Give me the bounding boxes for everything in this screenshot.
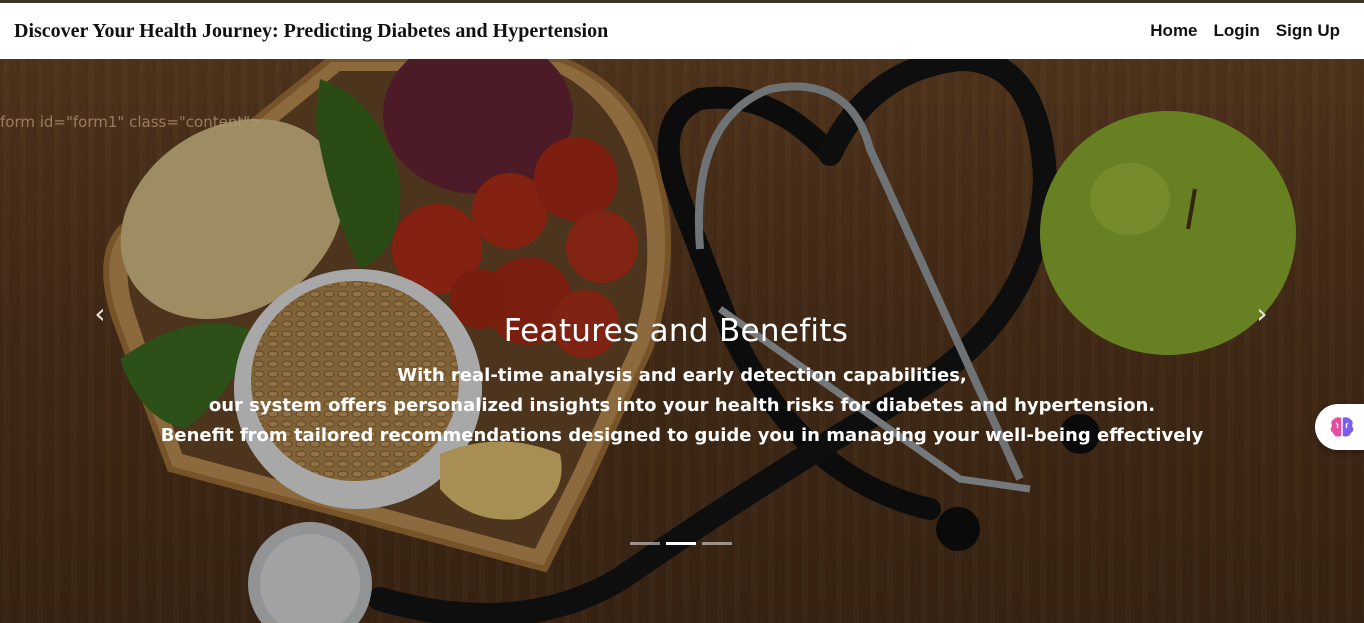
- caption-text: With real-time analysis and early detect…: [0, 361, 1364, 451]
- nav-links: Home Login Sign Up: [1150, 21, 1340, 41]
- brain-icon: [1330, 417, 1354, 437]
- caption-line-1: With real-time analysis and early detect…: [397, 365, 967, 386]
- caption-title: Features and Benefits: [503, 313, 849, 349]
- site-title: Discover Your Health Journey: Predicting…: [14, 19, 609, 42]
- caption-line-2: our system offers personalized insights …: [208, 395, 1156, 416]
- chat-widget-button[interactable]: [1315, 404, 1364, 450]
- carousel-indicator-2[interactable]: [666, 542, 696, 545]
- carousel-indicator-3[interactable]: [702, 542, 732, 545]
- stray-markup-text: form id="form1" class="content">: [0, 113, 263, 131]
- nav-login-link[interactable]: Login: [1214, 21, 1260, 41]
- navbar: Discover Your Health Journey: Predicting…: [0, 3, 1364, 59]
- nav-home-link[interactable]: Home: [1150, 21, 1197, 41]
- carousel-indicators: [630, 542, 732, 545]
- carousel-caption: Features and Benefits With real-time ana…: [0, 313, 1364, 451]
- nav-signup-link[interactable]: Sign Up: [1276, 21, 1340, 41]
- caption-line-3: Benefit from tailored recommendations de…: [160, 425, 1204, 446]
- hero-carousel: form id="form1" class="content"> ‹ › Fea…: [0, 59, 1364, 623]
- carousel-indicator-1[interactable]: [630, 542, 660, 545]
